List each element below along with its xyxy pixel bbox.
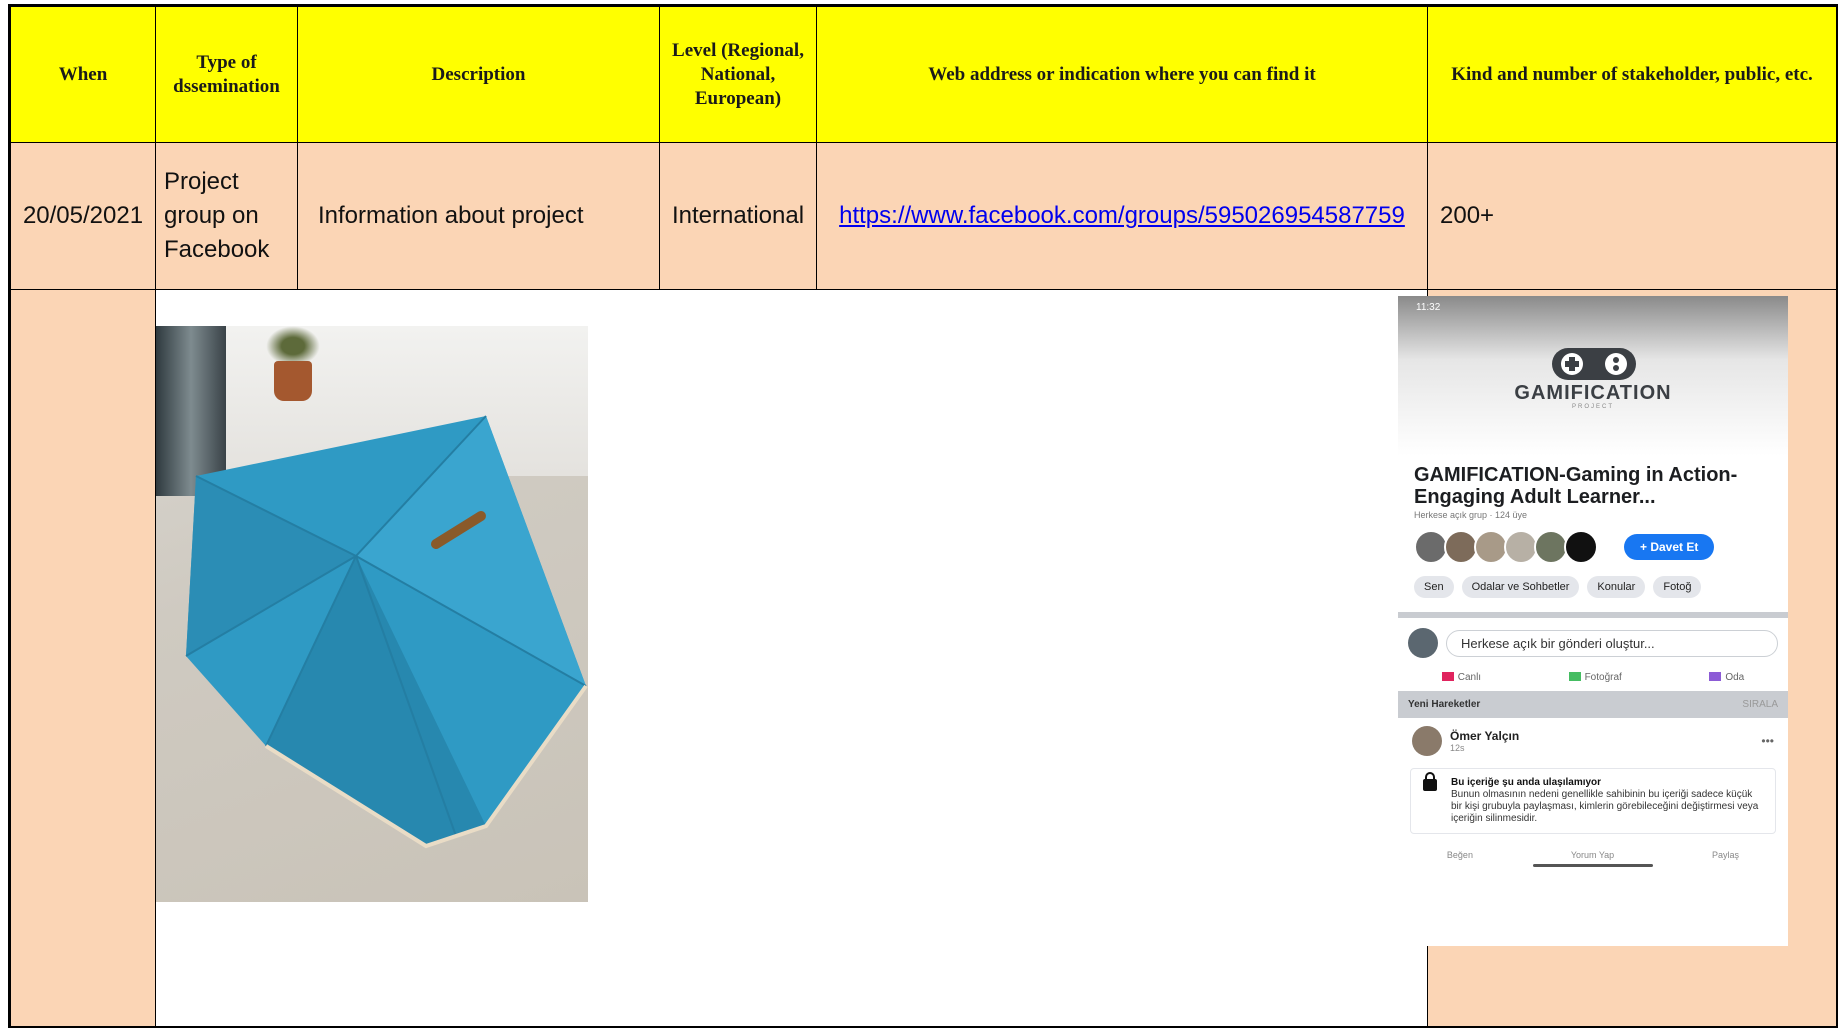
room-icon	[1709, 672, 1722, 681]
unavailable-content-notice: Bu içeriğe şu anda ulaşılamıyor Bunun ol…	[1410, 768, 1776, 834]
sort-button[interactable]: SIRALA	[1742, 699, 1778, 710]
tab-chip[interactable]: Sen	[1414, 576, 1454, 598]
member-avatars: + Davet Et	[1398, 522, 1788, 572]
cell-when: 20/05/2021	[10, 142, 156, 290]
umbrella-illustration	[185, 415, 588, 849]
header-row: When Type of dssemination Description Le…	[10, 6, 1837, 143]
facebook-group-link[interactable]: https://www.facebook.com/groups/59502695…	[839, 202, 1405, 229]
avatar	[1408, 628, 1438, 658]
status-time: 11:32	[1416, 302, 1441, 313]
composer-input[interactable]: Herkese açık bir gönderi oluştur...	[1446, 629, 1778, 657]
tab-chip[interactable]: Fotoğ	[1653, 576, 1702, 598]
more-options-icon[interactable]: •••	[1761, 734, 1774, 748]
like-button[interactable]: Beğen	[1447, 850, 1473, 860]
brand-title: GAMIFICATION	[1514, 382, 1672, 404]
group-tabs: Sen Odalar ve Sohbetler Konular Fotoğ	[1398, 572, 1788, 602]
notice-body: Bunun olmasının nedeni genellikle sahibi…	[1451, 789, 1759, 824]
post-author[interactable]: Ömer Yalçın	[1450, 729, 1519, 743]
tab-chip[interactable]: Konular	[1587, 576, 1646, 598]
more-avatars-icon	[1564, 530, 1598, 564]
avatar	[1414, 530, 1448, 564]
share-button[interactable]: Paylaş	[1712, 850, 1739, 860]
image-row: 11:32 GAMIFICATION PROJECT GAMIFICATION-…	[10, 289, 1837, 1027]
photo-action[interactable]: Fotoğraf	[1568, 672, 1622, 683]
avatar	[1504, 530, 1538, 564]
document-table-frame: When Type of dssemination Description Le…	[8, 4, 1838, 1028]
post-reactions: Beğen Yorum Yap Paylaş	[1398, 838, 1788, 864]
image-row-images-cell: 11:32 GAMIFICATION PROJECT GAMIFICATION-…	[155, 289, 1788, 1027]
avatar	[1412, 726, 1442, 756]
data-row: 20/05/2021 Project group on Facebook Inf…	[10, 142, 1837, 290]
cell-description: Information about project	[297, 142, 660, 290]
avatar	[1534, 530, 1568, 564]
new-activity-bar: Yeni Hareketler SIRALA	[1398, 691, 1788, 718]
room-label: Oda	[1725, 672, 1745, 683]
header-level: Level (Regional, National, European)	[659, 6, 817, 143]
comment-button[interactable]: Yorum Yap	[1571, 850, 1614, 860]
room-action[interactable]: Oda	[1709, 672, 1744, 683]
group-meta: Herkese açık grup · 124 üye	[1414, 510, 1528, 520]
header-when: When	[10, 6, 156, 143]
post-time: 12s	[1450, 743, 1465, 753]
brand-subtitle: PROJECT	[1571, 404, 1614, 410]
cell-type: Project group on Facebook	[155, 142, 298, 290]
photo-label: Fotoğraf	[1584, 672, 1622, 683]
header-kind: Kind and number of stakeholder, public, …	[1427, 6, 1837, 143]
home-indicator	[1533, 864, 1653, 867]
umbrella-photo	[156, 326, 588, 902]
live-action[interactable]: Canlı	[1441, 672, 1482, 683]
phone-cover: 11:32 GAMIFICATION PROJECT	[1398, 296, 1788, 456]
image-row-left-cell	[10, 289, 156, 1027]
lock-icon	[1423, 772, 1437, 791]
facebook-screenshot: 11:32 GAMIFICATION PROJECT GAMIFICATION-…	[1398, 296, 1788, 946]
invite-button[interactable]: + Davet Et	[1624, 534, 1715, 560]
notice-title: Bu içeriğe şu anda ulaşılamıyor	[1451, 777, 1602, 788]
header-web-address: Web address or indication where you can …	[816, 6, 1428, 143]
group-title: GAMIFICATION-Gaming in Action-Engaging A…	[1414, 464, 1738, 508]
new-activity-label: Yeni Hareketler	[1408, 699, 1481, 710]
cell-level: International	[659, 142, 817, 290]
post-header: Ömer Yalçın 12s •••	[1398, 718, 1788, 764]
post-composer: Herkese açık bir gönderi oluştur...	[1398, 618, 1788, 668]
tab-chip[interactable]: Odalar ve Sohbetler	[1461, 576, 1580, 598]
photo-icon	[1568, 672, 1581, 681]
gamepad-icon	[1552, 348, 1636, 380]
avatar	[1444, 530, 1478, 564]
avatar	[1474, 530, 1508, 564]
cell-web-address: https://www.facebook.com/groups/59502695…	[816, 142, 1428, 290]
header-type: Type of dssemination	[155, 6, 298, 143]
dissemination-table: When Type of dssemination Description Le…	[10, 6, 1837, 1027]
header-description: Description	[297, 6, 660, 143]
live-icon	[1441, 672, 1454, 681]
cell-kind: 200+	[1427, 142, 1837, 290]
live-label: Canlı	[1457, 672, 1482, 683]
composer-actions: Canlı Fotoğraf Oda	[1398, 668, 1788, 691]
